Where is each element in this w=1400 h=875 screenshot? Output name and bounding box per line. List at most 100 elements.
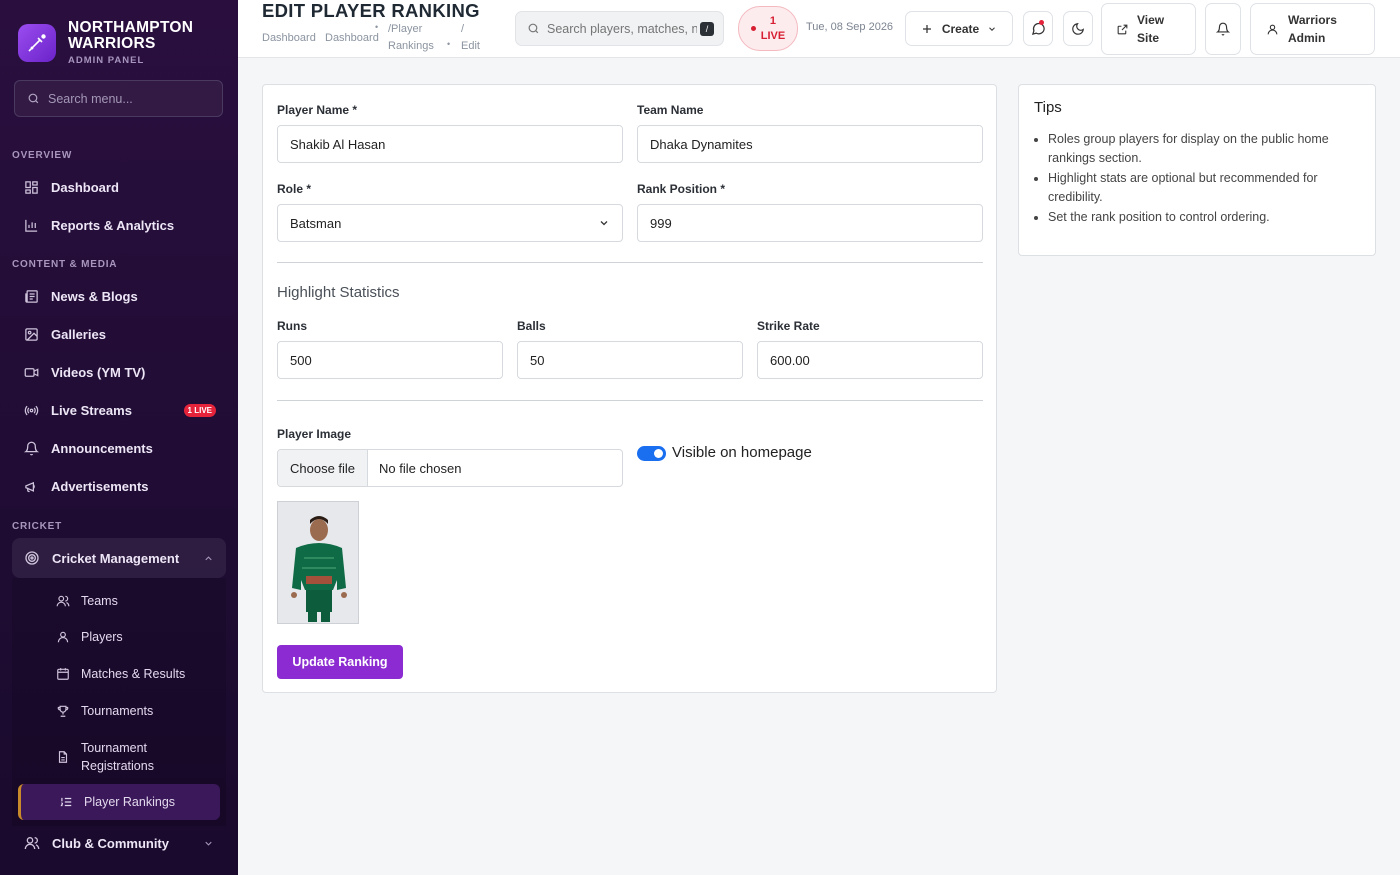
- topbar: EDIT PLAYER RANKING Dashboard Dashboard …: [238, 0, 1400, 58]
- calendar-icon: [57, 668, 69, 680]
- cricket-logo-icon: [18, 24, 56, 62]
- search-icon: [528, 23, 539, 34]
- create-button[interactable]: Create: [905, 11, 1013, 46]
- global-search-input[interactable]: [547, 21, 697, 36]
- section-content: CONTENT & MEDIA: [12, 259, 118, 270]
- plus-icon: [922, 24, 931, 33]
- sidebar-item-cricket-management[interactable]: Cricket Management: [12, 538, 226, 578]
- player-image-file-input[interactable]: Choose file No file chosen: [277, 449, 623, 487]
- strike-rate-input[interactable]: [770, 352, 982, 368]
- section-cricket: CRICKET: [12, 521, 63, 532]
- visible-on-homepage-toggle[interactable]: [637, 446, 666, 461]
- section-overview: OVERVIEW: [12, 150, 73, 161]
- sidebar-item-label: Teams: [81, 594, 118, 608]
- live-indicator[interactable]: 1 LIVE: [738, 6, 798, 51]
- role-select[interactable]: Batsman: [277, 204, 623, 242]
- live-badge: 1 LIVE: [183, 403, 216, 417]
- sidebar-item-advertisements[interactable]: Advertisements: [12, 469, 226, 503]
- player-name-field[interactable]: [277, 125, 623, 163]
- team-name-label: Team Name: [637, 103, 704, 117]
- brand-subtitle: ADMIN PANEL: [68, 55, 145, 67]
- player-name-input[interactable]: [290, 136, 622, 152]
- chat-button[interactable]: [1023, 11, 1053, 46]
- sidebar-item-galleries[interactable]: Galleries: [12, 317, 226, 351]
- sidebar-subitem-matches[interactable]: Matches & Results: [44, 665, 219, 683]
- notifications-button[interactable]: [1205, 3, 1241, 55]
- sidebar-item-reports[interactable]: Reports & Analytics: [12, 208, 226, 242]
- choose-file-button[interactable]: Choose file: [278, 450, 369, 486]
- global-search[interactable]: /: [515, 11, 724, 46]
- rank-position-input[interactable]: [650, 215, 982, 231]
- team-name-field[interactable]: [637, 125, 983, 163]
- runs-input[interactable]: [290, 352, 502, 368]
- balls-input[interactable]: [530, 352, 742, 368]
- bar-chart-icon: [25, 219, 38, 232]
- sidebar-subitem-teams[interactable]: Teams: [44, 592, 219, 610]
- sidebar-item-label: Videos (YM TV): [51, 364, 146, 380]
- user-name: Warriors Admin: [1288, 13, 1337, 45]
- role-label: Role *: [277, 182, 312, 196]
- search-shortcut-key: /: [700, 21, 714, 36]
- list-item: Set the rank position to control orderin…: [1048, 208, 1363, 227]
- sidebar-item-dashboard[interactable]: Dashboard: [12, 170, 226, 204]
- sidebar-item-label: Matches & Results: [81, 667, 186, 681]
- breadcrumb-dashboard[interactable]: Dashboard: [262, 30, 316, 47]
- runs-field[interactable]: [277, 341, 503, 379]
- breadcrumb-dashboard-2[interactable]: Dashboard: [325, 30, 379, 47]
- moon-icon: [1072, 22, 1084, 35]
- user-icon: [57, 631, 69, 643]
- sidebar-item-label: Cricket Management: [52, 550, 180, 566]
- breadcrumb-separator: •: [375, 22, 379, 32]
- role-selected-value: Batsman: [290, 215, 342, 231]
- user-menu-button[interactable]: Warriors Admin: [1250, 3, 1375, 55]
- sidebar-item-label: Tournaments: [81, 704, 154, 718]
- megaphone-icon: [25, 481, 35, 492]
- live-label: LIVE: [760, 29, 786, 42]
- sidebar-subitem-players[interactable]: Players: [44, 628, 219, 646]
- brand[interactable]: NORTHAMPTON WARRIORS ADMIN PANEL: [0, 0, 238, 70]
- balls-field[interactable]: [517, 341, 743, 379]
- view-site-button[interactable]: View Site: [1101, 3, 1196, 55]
- rank-position-field[interactable]: [637, 204, 983, 242]
- rank-position-label: Rank Position *: [637, 182, 726, 196]
- bell-icon: [1216, 22, 1230, 36]
- sidebar-item-label: News & Blogs: [51, 288, 138, 304]
- sidebar-item-label: Player Rankings: [84, 795, 176, 809]
- section-divider: [277, 400, 983, 401]
- current-date: Tue, 08 Sep 2026: [806, 21, 894, 33]
- sidebar-item-news[interactable]: News & Blogs: [12, 279, 226, 313]
- sidebar-item-announcements[interactable]: Announcements: [12, 431, 226, 465]
- list-ordered-icon: [60, 797, 72, 807]
- player-name-label: Player Name *: [277, 103, 358, 117]
- sidebar-subitem-tournament-registrations[interactable]: Tournament Registrations: [44, 739, 219, 775]
- file-status: No file chosen: [379, 460, 462, 476]
- sidebar-subitem-tournaments[interactable]: Tournaments: [44, 702, 219, 720]
- sidebar-item-label: Live Streams: [51, 402, 132, 418]
- sidebar-item-club-community[interactable]: Club & Community: [12, 826, 226, 860]
- player-photo-image: [278, 502, 358, 623]
- visible-on-homepage-label[interactable]: Visible on homepage: [672, 444, 812, 461]
- breadcrumb-player-rankings[interactable]: /Player Rankings: [388, 21, 434, 54]
- highlight-statistics-title: Highlight Statistics: [277, 284, 400, 301]
- tips-title: Tips: [1034, 99, 1062, 116]
- external-link-icon: [1117, 24, 1128, 34]
- sidebar-item-live-streams[interactable]: Live Streams 1 LIVE: [12, 393, 226, 427]
- sidebar-subitem-player-rankings[interactable]: Player Rankings: [18, 784, 220, 820]
- sidebar-item-videos[interactable]: Videos (YM TV): [12, 355, 226, 389]
- brand-name-line2: WARRIORS: [68, 35, 156, 53]
- update-ranking-button[interactable]: Update Ranking: [277, 645, 403, 679]
- chevron-up-icon: [205, 555, 212, 560]
- view-site-label: View Site: [1137, 13, 1165, 45]
- sidebar-item-label: Reports & Analytics: [51, 217, 175, 233]
- sidebar-search-input[interactable]: Search menu...: [14, 80, 223, 117]
- sidebar-item-label: Tournament Registrations: [81, 740, 154, 773]
- chat-notification-dot: [1039, 20, 1044, 25]
- strike-rate-label: Strike Rate: [757, 319, 820, 333]
- live-dot-icon: [750, 26, 756, 31]
- strike-rate-field[interactable]: [757, 341, 983, 379]
- team-name-input[interactable]: [650, 136, 982, 152]
- dark-mode-toggle[interactable]: [1063, 11, 1093, 46]
- file-text-icon: [58, 751, 68, 763]
- chevron-down-icon: [600, 221, 608, 226]
- users-icon: [56, 595, 70, 607]
